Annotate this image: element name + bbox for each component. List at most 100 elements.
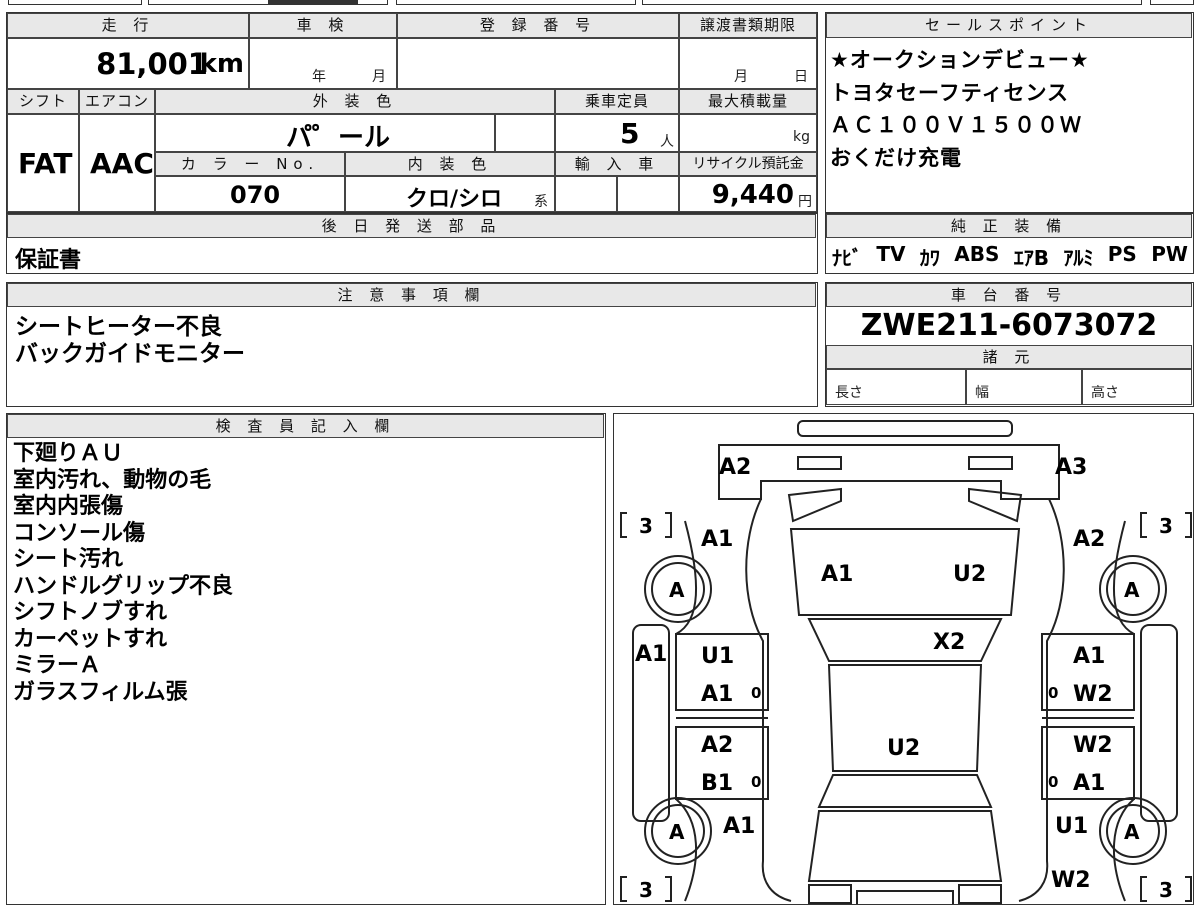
registration-header: 登 録 番 号	[397, 13, 679, 38]
max-load-header: 最大積載量	[679, 89, 817, 114]
tyre-fr: A	[1124, 578, 1140, 602]
mark-hood-right: U2	[953, 562, 986, 587]
mark-fender-fl: A1	[701, 527, 733, 552]
recycle-cell: 9,440 円	[679, 176, 817, 212]
length-cell: 長さ	[826, 369, 966, 405]
recycle-header: リサイクル預託金	[679, 152, 817, 176]
mileage-cell: 81,001 km	[7, 38, 249, 89]
top-clipped-strip	[0, 0, 1200, 8]
interior-color-header: 内 装 色	[345, 152, 555, 176]
inspector-line: ミラーＡ	[13, 653, 102, 678]
inspector-line: カーペットすれ	[13, 626, 168, 652]
transfer-deadline-header: 譲渡書類期限	[679, 13, 817, 38]
mark-door-fl-bottom: A1	[701, 682, 733, 707]
specs-header: 諸 元	[826, 345, 1192, 369]
mark-sill-left: A1	[635, 642, 667, 667]
mark-door-rr-bottom: A1	[1073, 771, 1105, 796]
capacity-value: 5	[620, 117, 640, 150]
equipment-item: PW	[1151, 242, 1188, 266]
capacity-unit: 人	[660, 134, 674, 150]
color-no-cell: 070	[155, 176, 345, 212]
max-load-unit: kg	[793, 129, 810, 145]
inspection-cell: 年 月	[249, 38, 397, 89]
equipment-item: PS	[1107, 242, 1137, 266]
mark-door-rl-bottom: B1	[701, 771, 733, 796]
sales-point-line: ★オークションデビュー★	[830, 48, 1090, 72]
length-label: 長さ	[835, 385, 863, 401]
notes-line: シートヒーター不良	[15, 314, 222, 340]
sales-point-line: ＡＣ１００Ｖ１５００Ｗ	[830, 113, 1083, 137]
mark-front-right: A3	[1055, 455, 1087, 480]
inspection-year: 年	[312, 69, 326, 85]
equipment-item: ｶﾜ	[919, 246, 940, 270]
inspector-line: 室内内張傷	[13, 494, 124, 519]
sales-point-line: トヨタセーフティセンス	[830, 80, 1070, 105]
notes-block: 注 意 事 項 欄 シートヒーター不良 バックガイドモニター	[6, 282, 818, 407]
equipment-item: ﾅﾋﾞ	[832, 246, 862, 270]
import-header: 輸 入 車	[555, 152, 679, 176]
color-no-header: カ ラ ー No.	[155, 152, 345, 176]
ac-value: AAC	[90, 147, 154, 180]
ac-cell: AAC	[79, 114, 155, 212]
car-diagram-block: A2 A3 A1 A2 A1 U2 X2 A1 U1 A1 A2 B1 A1 W…	[613, 413, 1194, 905]
mark-door-fr-bottom: W2	[1073, 682, 1113, 707]
tread-fr: 3	[1159, 514, 1173, 538]
mark-rear-right-low: W2	[1051, 868, 1091, 893]
notes-list: シートヒーター不良 バックガイドモニター	[15, 314, 245, 367]
registration-cell	[397, 38, 679, 89]
tread-rl: 3	[639, 878, 653, 902]
later-parts-block: 後 日 発 送 部 品 保証書	[6, 213, 818, 274]
zero-mark: 0	[751, 773, 761, 791]
exterior-color-value: パ゜ール	[286, 123, 391, 153]
mark-hood-left: A1	[821, 562, 853, 587]
shift-value: FAT	[18, 147, 73, 180]
later-parts-value: 保証書	[15, 248, 82, 273]
mark-door-fl-top: U1	[701, 644, 734, 669]
chassis-header: 車 台 番 号	[826, 283, 1192, 307]
mark-front-left: A2	[719, 455, 751, 480]
sales-point-list: ★オークションデビュー★ トヨタセーフティセンス ＡＣ１００Ｖ１５００Ｗ おくだ…	[830, 44, 1190, 174]
exterior-color-extra-cell	[495, 114, 555, 152]
ac-header: エアコン	[79, 89, 155, 114]
exterior-color-header: 外 装 色	[155, 89, 555, 114]
mark-rear-fender-right: U1	[1055, 814, 1088, 839]
mileage-value: 81,001	[96, 47, 208, 81]
zero-mark: 0	[1048, 773, 1058, 791]
inspector-line: シフトノブすれ	[13, 600, 168, 625]
chassis-number: ZWE211-6073072	[860, 308, 1158, 343]
inspector-line: コンソール傷	[13, 520, 146, 546]
import-cell-a	[555, 176, 617, 212]
tyre-fl: A	[669, 578, 685, 602]
zero-mark: 0	[751, 684, 761, 702]
car-diagram: A2 A3 A1 A2 A1 U2 X2 A1 U1 A1 A2 B1 A1 W…	[620, 420, 1192, 904]
interior-color-value: クロ/シロ	[406, 187, 503, 212]
width-label: 幅	[975, 385, 989, 401]
mark-fender-fr: A2	[1073, 527, 1105, 552]
equipment-item: TV	[876, 242, 906, 266]
width-cell: 幅	[966, 369, 1082, 405]
notes-line: バックガイドモニター	[15, 340, 245, 367]
equipment-item: ｱﾙﾐ	[1063, 246, 1094, 270]
vehicle-info-block: 走 行 車 検 登 録 番 号 譲渡書類期限 81,001 km 年 月 月 日…	[6, 12, 818, 213]
later-parts-header: 後 日 発 送 部 品	[7, 214, 816, 238]
transfer-deadline-cell: 月 日	[679, 38, 817, 89]
recycle-value: 9,440	[711, 180, 794, 210]
interior-color-cell: クロ/シロ 系	[345, 176, 555, 212]
sales-point-header: セールスポイント	[826, 13, 1192, 38]
inspector-line: 下廻りＡＵ	[13, 441, 124, 466]
chassis-block: 車 台 番 号 ZWE211-6073072 諸 元 長さ 幅 高さ	[825, 282, 1194, 407]
inspector-line: 室内汚れ、動物の毛	[13, 467, 212, 493]
recycle-unit: 円	[798, 194, 812, 210]
height-cell: 高さ	[1082, 369, 1192, 405]
mark-door-fr-top: A1	[1073, 644, 1105, 669]
mark-roof: U2	[887, 736, 920, 761]
tyre-rr: A	[1124, 820, 1140, 844]
tread-rr: 3	[1159, 878, 1173, 902]
notes-header: 注 意 事 項 欄	[7, 283, 816, 307]
inspector-block: 検 査 員 記 入 欄 下廻りＡＵ 室内汚れ、動物の毛 室内内張傷 コンソール傷…	[6, 413, 606, 905]
interior-color-suffix: 系	[534, 194, 548, 210]
inspector-header: 検 査 員 記 入 欄	[7, 414, 604, 438]
import-cell-b	[617, 176, 679, 212]
inspector-list: 下廻りＡＵ 室内汚れ、動物の毛 室内内張傷 コンソール傷 シート汚れ ハンドルグ…	[13, 441, 233, 706]
inspection-month: 月	[372, 69, 386, 85]
